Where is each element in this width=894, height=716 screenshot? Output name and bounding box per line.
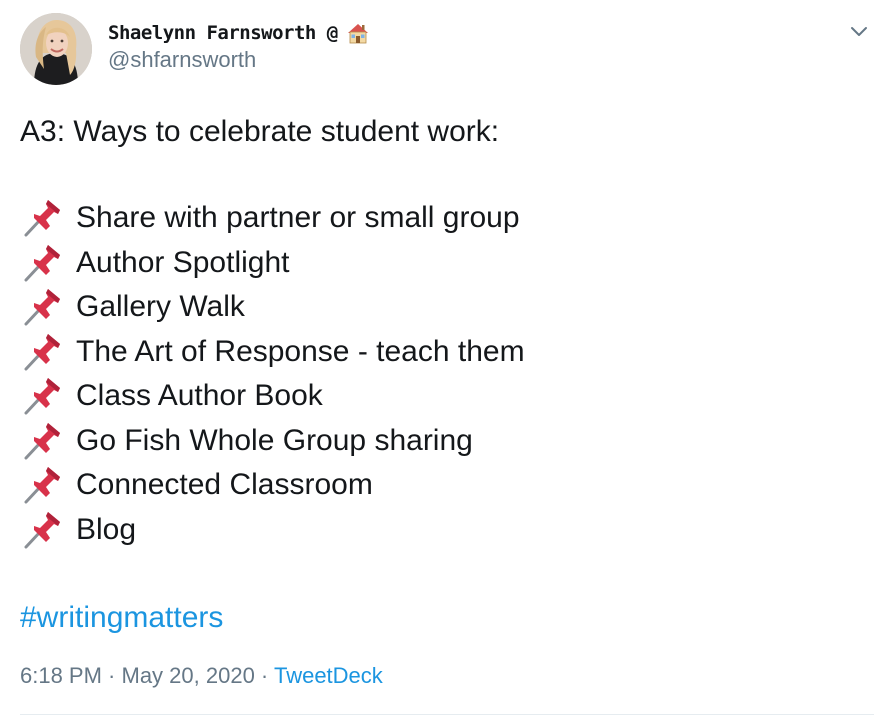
pushpin-icon: [24, 422, 60, 460]
tweet-source-link[interactable]: TweetDeck: [274, 663, 383, 688]
list-item-text: Go Fish Whole Group sharing: [76, 423, 473, 457]
avatar[interactable]: [20, 13, 92, 85]
hashtag-link[interactable]: #writingmatters: [20, 598, 223, 638]
divider: [20, 714, 874, 715]
list-item: Gallery Walk: [20, 285, 880, 330]
tweet-date[interactable]: May 20, 2020: [122, 663, 255, 688]
tweet-text: A3: Ways to celebrate student work: Shar…: [20, 112, 880, 568]
chevron-down-icon[interactable]: [848, 22, 870, 42]
tweet-meta: 6:18 PM · May 20, 2020 · TweetDeck: [20, 662, 383, 690]
tweet: Shaelynn Farnsworth @ @shfarnsworth A3: …: [0, 0, 894, 716]
tweet-list: Share with partner or small group Author…: [20, 196, 880, 552]
list-item-text: Gallery Walk: [76, 290, 245, 323]
list-item-text: Share with partner or small group: [76, 201, 520, 234]
list-item: Share with partner or small group: [20, 196, 880, 241]
pushpin-icon: [24, 467, 60, 504]
author-block: Shaelynn Farnsworth @ @shfarnsworth: [108, 20, 370, 74]
author-handle[interactable]: @shfarnsworth: [108, 46, 370, 74]
avatar-image: [20, 13, 92, 85]
pushpin-icon: [24, 289, 60, 326]
tweet-time[interactable]: 6:18 PM: [20, 663, 102, 688]
list-item-text: Connected Classroom: [76, 468, 373, 501]
house-icon: [347, 24, 368, 44]
pushpin-icon: [24, 244, 60, 282]
pushpin-icon: [24, 200, 60, 237]
list-item: Class Author Book: [20, 374, 880, 419]
pushpin-icon: [24, 511, 60, 549]
meta-separator: ·: [254, 663, 274, 688]
list-item-text: Author Spotlight: [76, 245, 290, 279]
pushpin-icon: [24, 333, 60, 371]
list-item-text: Blog: [76, 512, 137, 546]
list-item: Connected Classroom: [20, 463, 880, 508]
author-display-name-text: Shaelynn Farnsworth @: [108, 22, 338, 44]
list-item-text: The Art of Response - teach them: [76, 334, 525, 368]
list-item: Go Fish Whole Group sharing: [20, 419, 880, 464]
meta-separator: ·: [101, 663, 122, 688]
list-item: The Art of Response - teach them: [20, 330, 880, 375]
list-item: Blog: [20, 508, 880, 553]
pushpin-icon: [24, 378, 60, 415]
tweet-headline: A3: Ways to celebrate student work:: [20, 115, 500, 148]
list-item-text: Class Author Book: [76, 379, 323, 412]
list-item: Author Spotlight: [20, 241, 880, 286]
author-display-name[interactable]: Shaelynn Farnsworth @: [108, 20, 370, 46]
